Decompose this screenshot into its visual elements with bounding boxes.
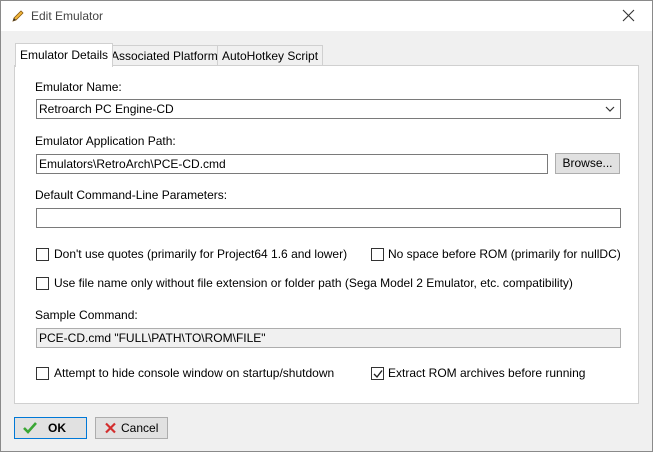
tab-associated-platforms[interactable]: Associated Platforms [106, 45, 229, 66]
emulator-name-combobox[interactable]: Retroarch PC Engine-CD [36, 99, 621, 119]
window-title: Edit Emulator [31, 9, 104, 23]
sample-command-field: PCE-CD.cmd "FULL\PATH\TO\ROM\FILE" [36, 328, 621, 348]
extract-rom-label: Extract ROM archives before running [388, 366, 586, 380]
no-space-label: No space before ROM (primarily for nullD… [388, 247, 621, 261]
emulator-name-label: Emulator Name: [35, 80, 122, 94]
extract-rom-checkbox[interactable] [371, 367, 384, 380]
close-icon [622, 9, 635, 22]
command-line-params-label: Default Command-Line Parameters: [35, 188, 228, 202]
title-bar: Edit Emulator [1, 1, 652, 31]
pencil-icon [10, 8, 26, 24]
tab-emulator-details[interactable]: Emulator Details [15, 43, 114, 67]
application-path-input[interactable]: Emulators\RetroArch\PCE-CD.cmd [36, 154, 548, 174]
no-space-checkbox[interactable] [371, 248, 384, 261]
hide-console-checkbox[interactable] [36, 367, 49, 380]
emulator-details-panel: Emulator Name: Retroarch PC Engine-CD Em… [14, 65, 639, 404]
checkmark-icon [373, 370, 383, 379]
edit-emulator-dialog: Edit Emulator Emulator Details Associate… [0, 0, 653, 452]
no-quotes-checkbox[interactable] [36, 248, 49, 261]
command-line-params-input[interactable] [36, 208, 621, 228]
file-name-only-label: Use file name only without file extensio… [54, 276, 573, 290]
chevron-down-icon [605, 106, 615, 112]
hide-console-label: Attempt to hide console window on startu… [54, 366, 335, 380]
ok-label: OK [48, 421, 66, 435]
ok-button[interactable]: OK [14, 417, 87, 439]
browse-button[interactable]: Browse... [555, 153, 620, 174]
tab-autohotkey-script[interactable]: AutoHotkey Script [217, 45, 324, 66]
emulator-name-value: Retroarch PC Engine-CD [39, 102, 174, 116]
cancel-button[interactable]: Cancel [95, 417, 168, 439]
file-name-only-checkbox[interactable] [36, 277, 49, 290]
checkmark-icon [23, 422, 37, 434]
application-path-label: Emulator Application Path: [35, 134, 176, 148]
close-button[interactable] [606, 1, 652, 31]
cancel-label: Cancel [121, 421, 159, 435]
no-quotes-label: Don't use quotes (primarily for Project6… [54, 247, 348, 261]
red-x-icon [105, 422, 116, 434]
sample-command-label: Sample Command: [35, 308, 138, 322]
